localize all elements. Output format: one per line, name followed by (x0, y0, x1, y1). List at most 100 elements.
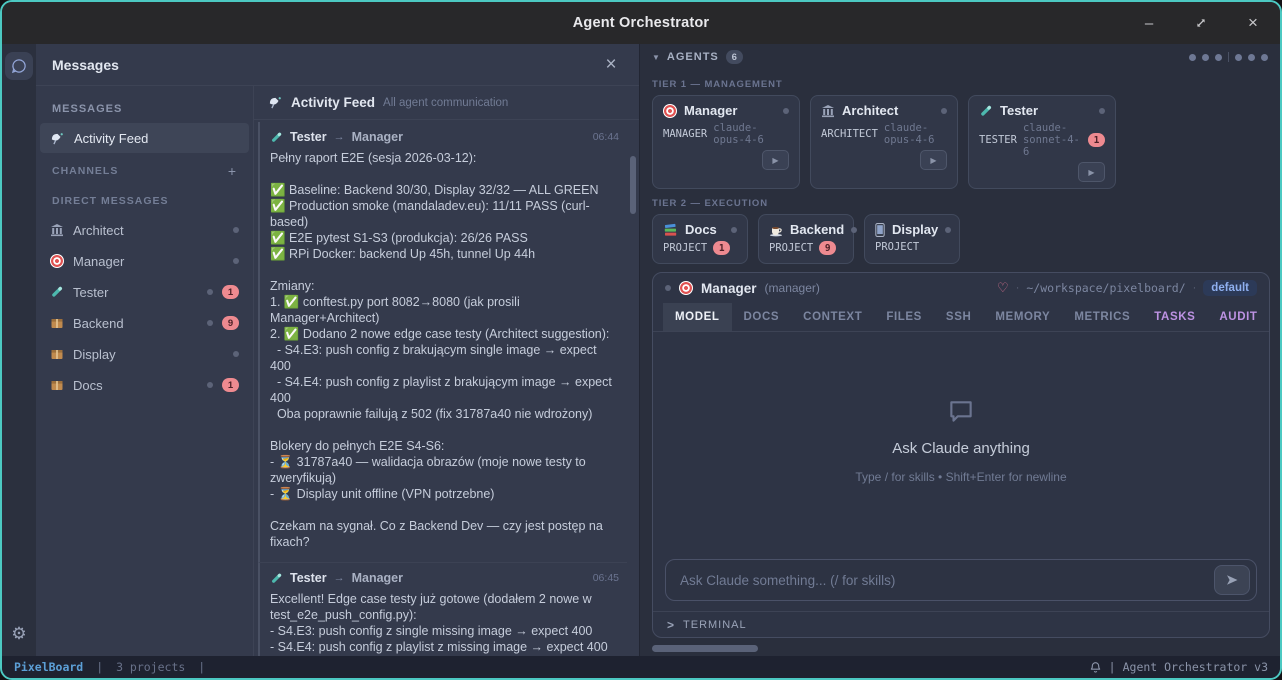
heart-icon[interactable]: ♡ (997, 280, 1009, 296)
chevron-right-icon: > (667, 618, 674, 632)
run-agent-button[interactable]: ▶ (1078, 162, 1105, 182)
tab-model[interactable]: MODEL (663, 303, 732, 331)
window-title: Agent Orchestrator (573, 15, 710, 31)
separator: | (96, 660, 103, 674)
agent-card-display[interactable]: Display PROJECT (864, 214, 960, 264)
tab-memory[interactable]: MEMORY (983, 303, 1062, 331)
satellite-dish-icon (268, 95, 283, 110)
close-icon: × (605, 54, 616, 75)
horizontal-scrollbar-thumb[interactable] (652, 645, 758, 652)
sidebar-item-docs[interactable]: Docs 1 (40, 370, 249, 400)
presence-dot (945, 227, 951, 233)
maximize-button[interactable] (1188, 10, 1214, 36)
session-badge[interactable]: default (1203, 280, 1257, 296)
minimize-button[interactable]: – (1136, 10, 1162, 36)
run-agent-button[interactable]: ▶ (762, 150, 789, 170)
empty-state-title: Ask Claude anything (892, 440, 1030, 457)
sidebar-item-label: Tester (73, 285, 108, 300)
status-dot (1189, 54, 1196, 61)
tab-context[interactable]: CONTEXT (791, 303, 874, 331)
close-window-icon: × (1248, 13, 1258, 33)
add-channel-button[interactable]: + (228, 163, 237, 179)
classical-building-icon (50, 223, 64, 237)
activity-feed-subtitle: All agent communication (383, 97, 508, 109)
target-icon (663, 104, 677, 118)
agent-card-tester[interactable]: Tester TESTER claude-sonnet-4-6 1 ▶ (968, 95, 1116, 189)
chat-input[interactable] (680, 573, 1214, 588)
message-recipient: Manager (352, 571, 403, 585)
messages-panel-title: Messages (52, 57, 119, 73)
run-agent-button[interactable]: ▶ (920, 150, 947, 170)
feed-scrollbar-thumb[interactable] (630, 156, 636, 214)
unread-badge: 9 (819, 241, 836, 255)
message-timestamp: 06:44 (593, 131, 619, 143)
activity-feed-header: Activity Feed All agent communication (254, 86, 639, 120)
title-bar: Agent Orchestrator – × (2, 2, 1280, 44)
sidebar-item-label: Manager (73, 254, 124, 269)
bell-icon[interactable] (1089, 661, 1102, 674)
sidebar-item-manager[interactable]: Manager (40, 246, 249, 276)
message-body: Pełny raport E2E (sesja 2026-03-12): ✅ B… (270, 150, 619, 550)
presence-dot (233, 351, 239, 357)
classical-building-icon (821, 104, 835, 118)
message-body: Excellent! Edge case testy już gotowe (d… (270, 591, 619, 656)
feed-message: Tester → Manager 06:45 Excellent! Edge c… (258, 562, 627, 656)
left-icon-rail: ⚙ (2, 44, 36, 656)
manager-tab-bar: MODEL DOCS CONTEXT FILES SSH MEMORY METR… (653, 303, 1269, 332)
separator: | (1109, 660, 1116, 674)
sidebar-item-backend[interactable]: Backend 9 (40, 308, 249, 338)
message-sender: Tester (290, 130, 327, 144)
chat-input-box (665, 559, 1257, 601)
sidebar-item-label: Activity Feed (74, 131, 148, 146)
books-icon (663, 223, 678, 237)
terminal-toggle[interactable]: > TERMINAL (653, 611, 1269, 637)
sidebar-item-label: Backend (73, 316, 124, 331)
agent-model: claude-sonnet-4-6 (1023, 122, 1082, 158)
manager-panel-header: Manager (manager) ♡ · ~/workspace/pixelb… (653, 273, 1269, 303)
tab-docs[interactable]: DOCS (732, 303, 792, 331)
presence-dot (1099, 108, 1105, 114)
tab-audit[interactable]: AUDIT (1207, 303, 1269, 331)
horizontal-scrollbar (652, 644, 1270, 654)
app-version: Agent Orchestrator v3 (1123, 660, 1268, 674)
package-icon (50, 316, 64, 330)
speech-bubble-icon (10, 57, 28, 75)
terminal-label: TERMINAL (683, 619, 747, 631)
messages-rail-button[interactable] (5, 52, 33, 80)
sidebar-item-display[interactable]: Display (40, 339, 249, 369)
sidebar-item-tester[interactable]: Tester 1 (40, 277, 249, 307)
agents-header[interactable]: ▼ AGENTS 6 (640, 44, 1280, 70)
separator: | (198, 660, 205, 674)
sidebar-item-activity-feed[interactable]: Activity Feed (40, 123, 249, 153)
tab-files[interactable]: FILES (874, 303, 934, 331)
activity-feed-title: Activity Feed (291, 95, 375, 110)
tab-ssh[interactable]: SSH (934, 303, 983, 331)
sidebar-item-label: Display (73, 347, 116, 362)
agents-panel: ▼ AGENTS 6 TIER 1 — MANAGEMENT Manager (640, 44, 1280, 656)
message-recipient: Manager (352, 130, 403, 144)
agent-card-manager[interactable]: Manager MANAGER claude-opus-4-6 ▶ (652, 95, 800, 189)
close-window-button[interactable]: × (1240, 10, 1266, 36)
agent-card-docs[interactable]: Docs PROJECT 1 (652, 214, 748, 264)
agent-card-architect[interactable]: Architect ARCHITECT claude-opus-4-6 ▶ (810, 95, 958, 189)
test-tube-icon (979, 104, 993, 118)
empty-state-hint: Type / for skills • Shift+Enter for newl… (855, 470, 1066, 484)
agent-role: TESTER (979, 134, 1017, 146)
close-messages-button[interactable]: × (599, 54, 623, 76)
agent-name: Display (892, 222, 938, 237)
tab-tasks[interactable]: TASKS (1142, 303, 1207, 331)
presence-dot (233, 258, 239, 264)
sidebar-item-label: Docs (73, 378, 103, 393)
unread-badge: 1 (713, 241, 730, 255)
app-name: PixelBoard (14, 660, 83, 674)
agent-status-dots (1189, 52, 1268, 62)
tab-metrics[interactable]: METRICS (1062, 303, 1142, 331)
settings-button[interactable]: ⚙ (11, 625, 26, 644)
send-button[interactable] (1214, 565, 1250, 595)
status-dot (1248, 54, 1255, 61)
presence-dot (665, 285, 671, 291)
status-dot (1202, 54, 1209, 61)
agent-card-backend[interactable]: Backend PROJECT 9 (758, 214, 854, 264)
sidebar-item-architect[interactable]: Architect (40, 215, 249, 245)
unread-badge: 9 (222, 316, 239, 330)
